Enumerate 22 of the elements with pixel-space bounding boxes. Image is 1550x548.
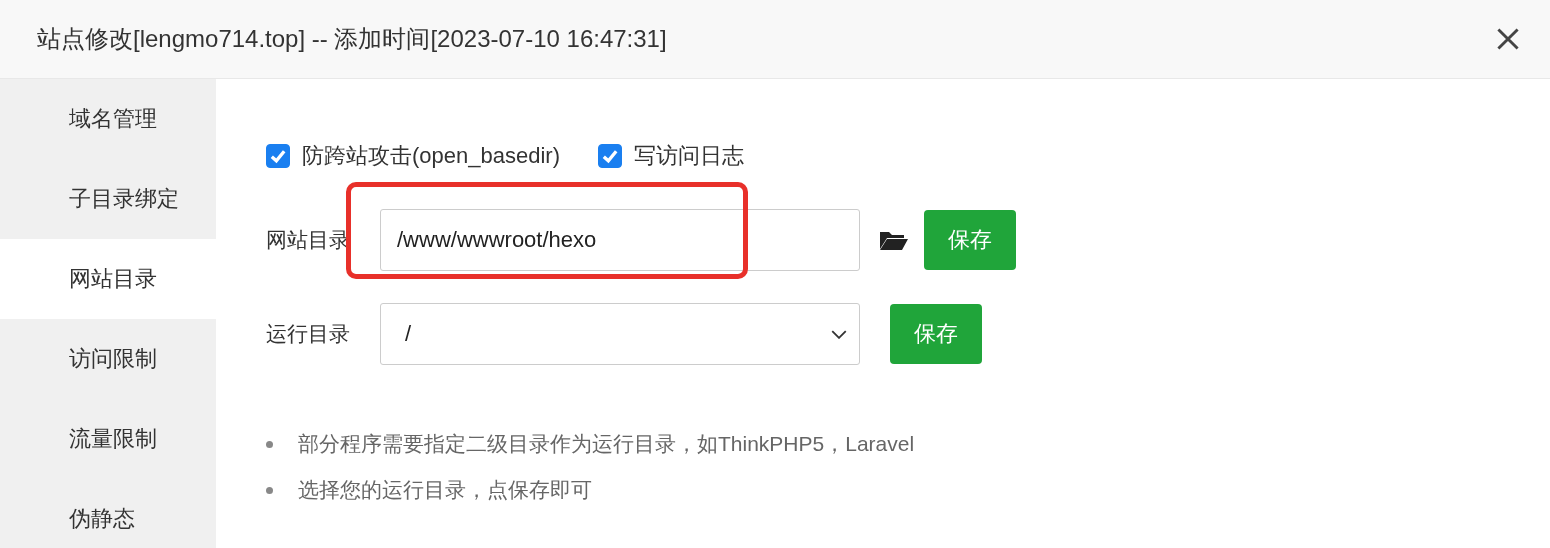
field-label: 运行目录 [266, 321, 351, 347]
checkbox-label: 写访问日志 [634, 142, 744, 170]
sidebar-item[interactable]: 网站目录 [0, 239, 216, 319]
bullet-icon [266, 440, 273, 448]
sidebar-item[interactable]: 访问限制 [0, 319, 216, 399]
folder-icon[interactable] [879, 229, 909, 251]
caret-icon [831, 329, 847, 339]
tip-text: 选择您的运行目录，点保存即可 [298, 477, 592, 503]
field-label: 网站目录 [266, 227, 351, 253]
checkbox[interactable] [266, 144, 290, 168]
directory-select[interactable]: / [380, 303, 860, 365]
sidebar-item[interactable]: 流量限制 [0, 399, 216, 479]
window-title: 站点修改[lengmo714.top] -- 添加时间[2023-07-10 16:47:31] [37, 24, 667, 54]
sidebar-item[interactable]: 子目录绑定 [0, 159, 216, 239]
bullet-icon [266, 486, 273, 494]
path-field[interactable]: /www/wwwroot/hexo [380, 209, 860, 271]
sidebar-item[interactable]: 域名管理 [0, 79, 216, 159]
checkbox-label: 防跨站攻击(open_basedir) [302, 142, 560, 170]
close-icon[interactable] [1496, 27, 1520, 51]
tip-text: 部分程序需要指定二级目录作为运行目录，如ThinkPHP5，Laravel [298, 431, 915, 457]
checkbox[interactable] [598, 144, 622, 168]
sidebar-item[interactable]: 伪静态 [0, 479, 216, 548]
